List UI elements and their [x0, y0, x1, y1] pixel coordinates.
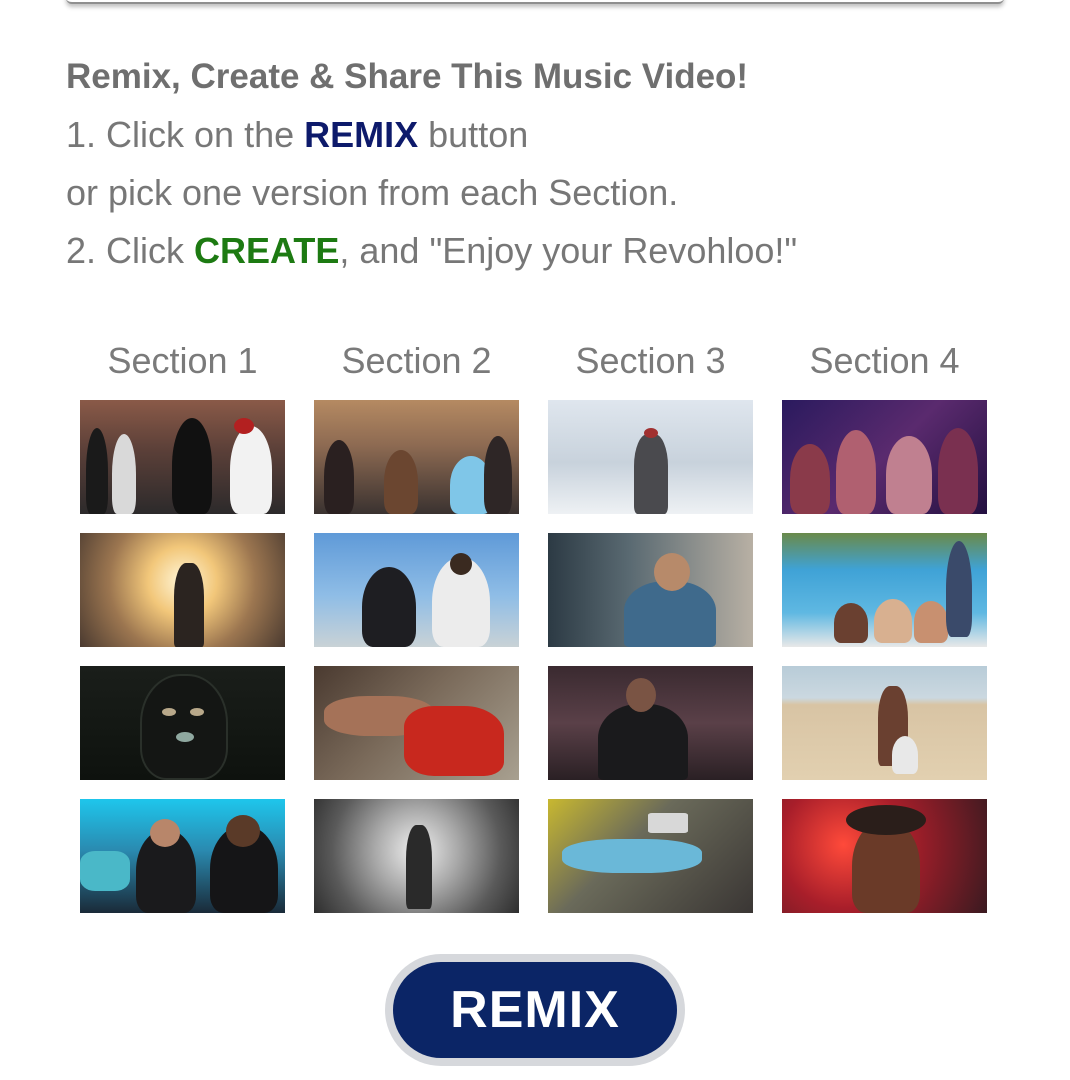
create-keyword: CREATE: [194, 230, 340, 271]
section-3-clip-3[interactable]: [548, 666, 753, 780]
instructions-step-2: 2. Click CREATE, and "Enjoy your Revohlo…: [66, 222, 1026, 280]
section-4-clip-4[interactable]: [782, 799, 987, 913]
remix-button[interactable]: REMIX: [393, 962, 677, 1058]
remix-keyword: REMIX: [304, 114, 419, 155]
instructions: Remix, Create & Share This Music Video! …: [66, 48, 1026, 280]
instructions-step-1-line-2: or pick one version from each Section.: [66, 172, 679, 213]
step-2-prefix: 2. Click: [66, 230, 195, 271]
section-4-clip-3[interactable]: [782, 666, 987, 780]
section-1-header: Section 1: [107, 340, 258, 381]
step-1-suffix: button: [418, 114, 529, 155]
section-grid: Section 1 Section 2 Section 3 Section 4: [80, 336, 987, 932]
section-1-clip-4[interactable]: [80, 799, 285, 913]
section-4-clip-1[interactable]: [782, 400, 987, 514]
section-2-header: Section 2: [341, 340, 492, 381]
section-3-clip-1[interactable]: [548, 400, 753, 514]
instructions-step-1: 1. Click on the REMIX button: [66, 106, 1026, 164]
section-2-clip-2[interactable]: [314, 533, 519, 647]
instructions-headline: Remix, Create & Share This Music Video!: [66, 57, 749, 96]
step-2-suffix: , and "Enjoy your Revohloo!": [339, 230, 798, 271]
section-3-clip-4[interactable]: [548, 799, 753, 913]
section-2-clip-3[interactable]: [314, 666, 519, 780]
section-2-clip-1[interactable]: [314, 400, 519, 514]
section-2-clip-4[interactable]: [314, 799, 519, 913]
section-3-header: Section 3: [575, 340, 726, 381]
step-1-prefix: 1. Click on the: [66, 114, 305, 155]
section-1-clip-3[interactable]: [80, 666, 285, 780]
section-4-clip-2[interactable]: [782, 533, 987, 647]
section-1-clip-2[interactable]: [80, 533, 285, 647]
remix-button-frame: REMIX: [385, 954, 685, 1066]
section-3-clip-2[interactable]: [548, 533, 753, 647]
top-panel-edge: [66, 0, 1004, 4]
section-4-header: Section 4: [809, 340, 960, 381]
section-1-clip-1[interactable]: [80, 400, 285, 514]
